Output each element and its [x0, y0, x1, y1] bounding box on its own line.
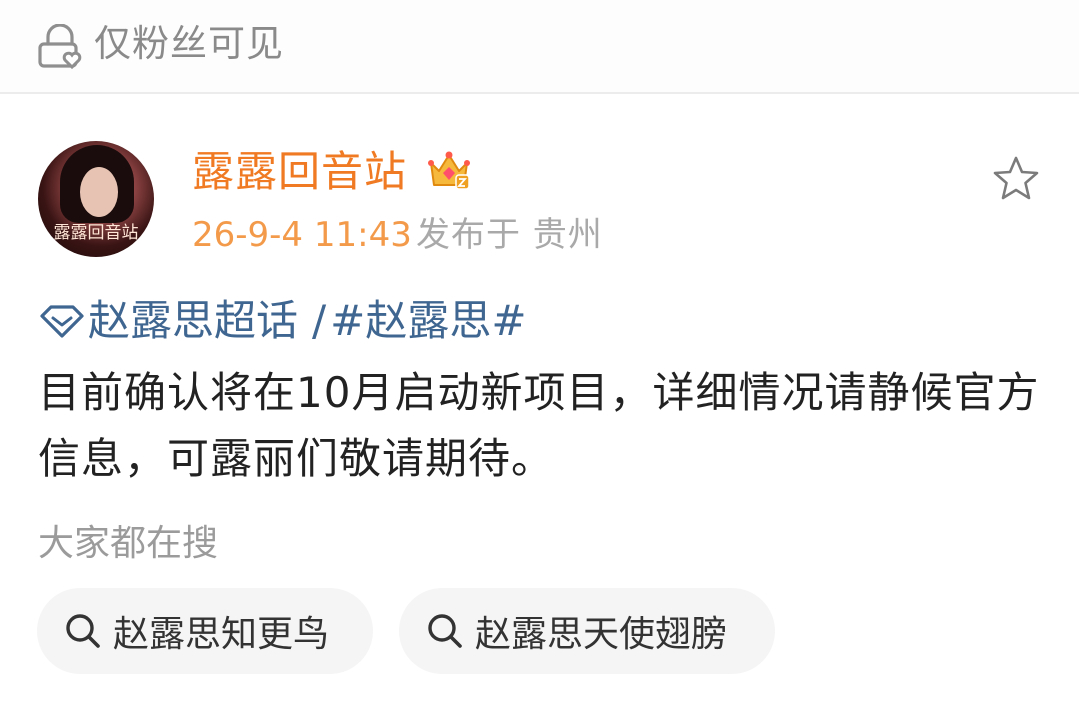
- weibo-post-page: 仅粉丝可见 露露回音站 露露回音站 26-9-4 11:43 发布于 贵州 赵露…: [0, 0, 1079, 707]
- related-search-heading: 大家都在搜: [38, 523, 219, 564]
- hashtag-link[interactable]: #赵露思#: [330, 290, 526, 352]
- search-suggestion-label: 赵露思天使翅膀: [475, 614, 728, 655]
- search-suggestion-label: 赵露思知更鸟: [113, 614, 330, 655]
- crown-badge-icon[interactable]: [426, 147, 472, 193]
- post-time: 26-9-4 11:43: [192, 215, 412, 255]
- search-suggestion-chip[interactable]: 赵露思知更鸟: [37, 588, 373, 674]
- star-outline-icon[interactable]: [990, 154, 1042, 204]
- supertopic-link[interactable]: 赵露思超话: [88, 290, 298, 352]
- diamond-icon: [40, 305, 84, 338]
- author-avatar[interactable]: 露露回音站: [38, 141, 154, 257]
- avatar-face: [80, 167, 118, 217]
- visibility-bar: 仅粉丝可见: [0, 0, 1079, 94]
- search-icon: [66, 614, 100, 648]
- post-location: 发布于 贵州: [416, 215, 603, 255]
- search-suggestion-chip[interactable]: 赵露思天使翅膀: [399, 588, 775, 674]
- topic-line: 赵露思超话 / #赵露思#: [38, 290, 527, 352]
- author-name[interactable]: 露露回音站: [192, 143, 407, 201]
- avatar-caption: 露露回音站: [53, 223, 139, 243]
- visibility-label: 仅粉丝可见: [94, 22, 284, 65]
- post-body: 目前确认将在10月启动新项目，详细情况请静候官方信息，可露丽们敬请期待。: [38, 368, 1040, 483]
- search-icon: [428, 614, 462, 648]
- lock-heart-icon: [38, 24, 82, 70]
- topic-separator: /: [312, 296, 327, 345]
